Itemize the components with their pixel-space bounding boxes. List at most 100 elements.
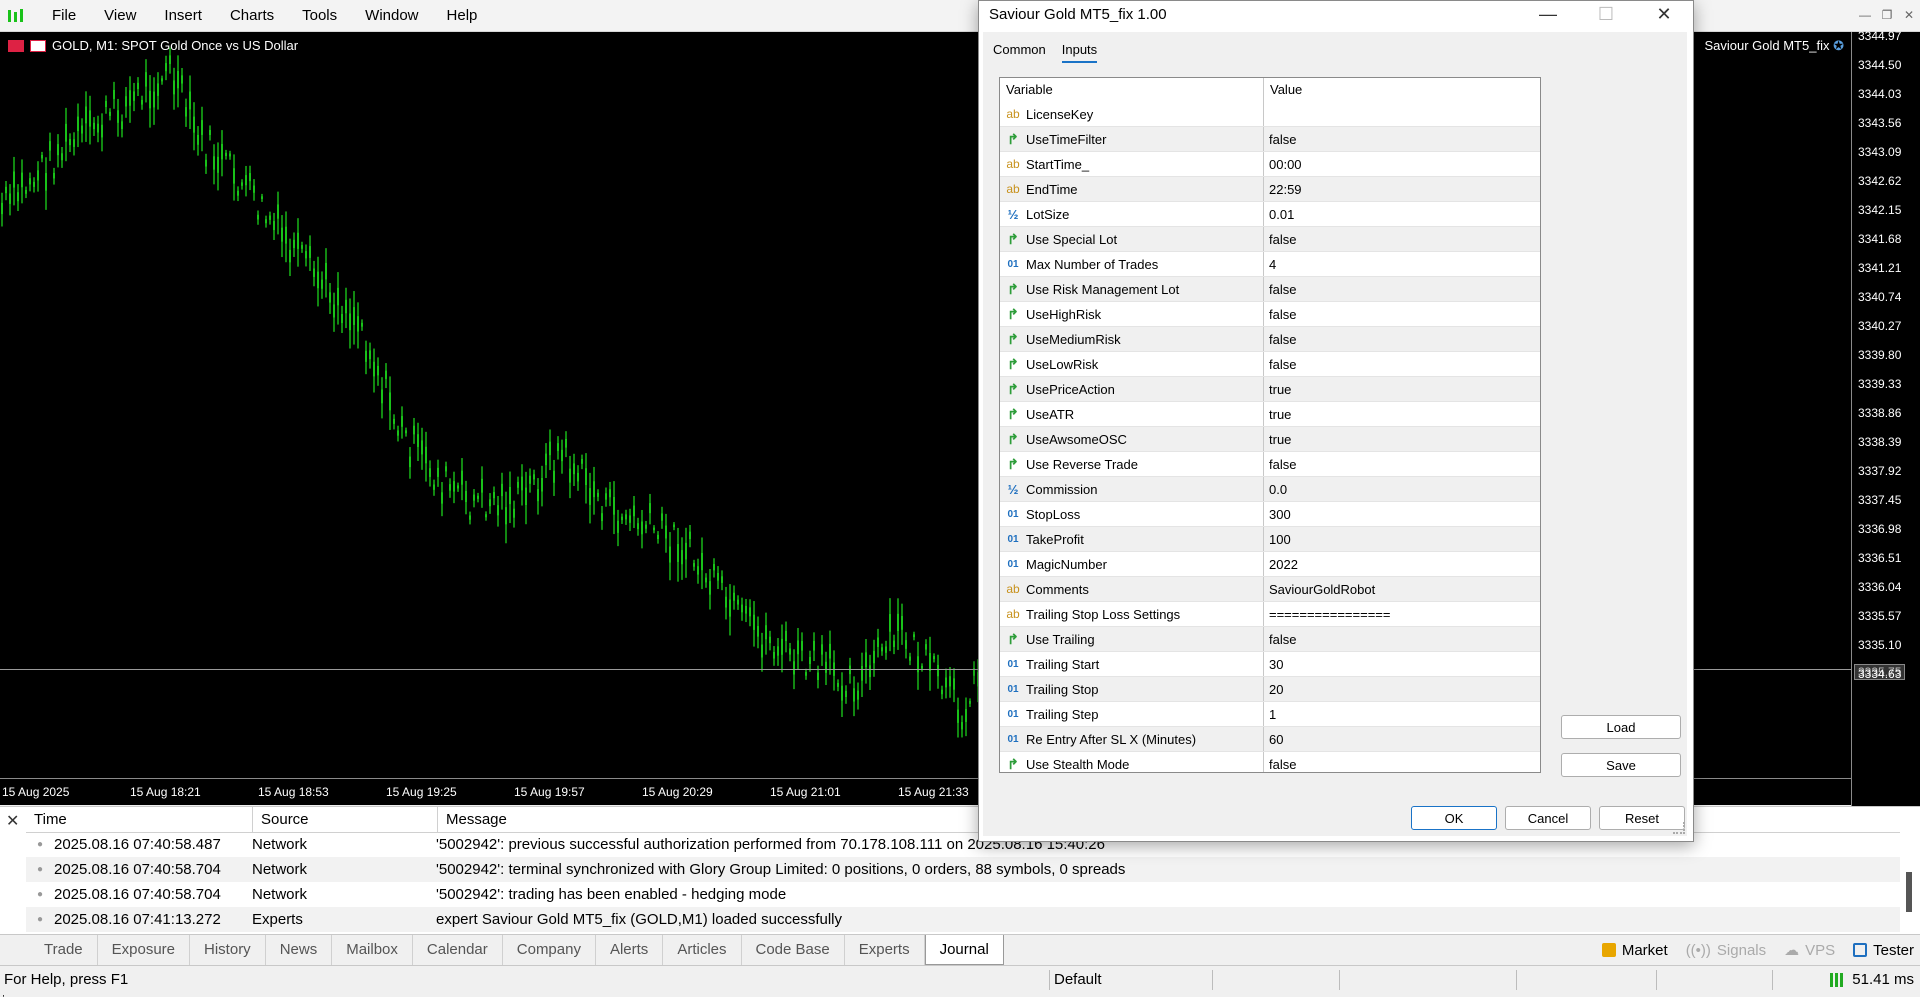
col-source[interactable]: Source (253, 807, 438, 832)
param-value[interactable]: 60 (1264, 727, 1283, 751)
journal-row[interactable]: ● 2025.08.16 07:40:58.704 Network '5002942'… (26, 882, 1900, 907)
param-row[interactable]: ↱ Use Stealth Mode false (1000, 752, 1540, 772)
param-value[interactable]: 4 (1264, 252, 1276, 276)
profile-name[interactable]: Default (1054, 971, 1102, 988)
ok-button[interactable]: OK (1411, 806, 1497, 830)
tab-mailbox[interactable]: Mailbox (332, 935, 413, 965)
param-value[interactable]: false (1264, 302, 1296, 326)
param-value[interactable]: false (1264, 452, 1296, 476)
param-row[interactable]: ↱ UseMediumRisk false (1000, 327, 1540, 352)
col-variable[interactable]: Variable (1000, 78, 1264, 102)
resize-grip-icon[interactable] (1673, 822, 1685, 834)
param-row[interactable]: ↱ Use Trailing false (1000, 627, 1540, 652)
chart-list-icon[interactable] (8, 39, 24, 52)
param-value[interactable]: 300 (1264, 502, 1291, 526)
param-row[interactable]: ↱ UseATR true (1000, 402, 1540, 427)
save-button[interactable]: Save (1561, 753, 1681, 777)
param-row[interactable]: ↱ Use Reverse Trade false (1000, 452, 1540, 477)
param-row[interactable]: ↱ Use Risk Management Lot false (1000, 277, 1540, 302)
param-value[interactable]: true (1264, 402, 1291, 426)
connection-status[interactable]: 51.41 ms (1830, 971, 1914, 988)
param-value[interactable]: 30 (1264, 652, 1283, 676)
param-row[interactable]: 01 Max Number of Trades 4 (1000, 252, 1540, 277)
tab-calendar[interactable]: Calendar (413, 935, 503, 965)
param-value[interactable]: ================ (1264, 602, 1390, 626)
param-value[interactable]: false (1264, 227, 1296, 251)
param-value[interactable]: false (1264, 752, 1296, 772)
tab-journal[interactable]: Journal (924, 935, 1004, 965)
param-row[interactable]: 01 Trailing Step 1 (1000, 702, 1540, 727)
param-value[interactable] (1264, 102, 1269, 126)
param-value[interactable]: true (1264, 427, 1291, 451)
restore-icon[interactable]: ❐ (1876, 0, 1898, 31)
param-row[interactable]: ab StartTime_ 00:00 (1000, 152, 1540, 177)
param-row[interactable]: ab LicenseKey (1000, 102, 1540, 127)
col-value[interactable]: Value (1264, 78, 1302, 102)
menu-insert[interactable]: Insert (150, 0, 216, 31)
param-value[interactable]: false (1264, 127, 1296, 151)
tab-inputs[interactable]: Inputs (1061, 42, 1098, 63)
param-row[interactable]: ↱ Use Special Lot false (1000, 227, 1540, 252)
journal-row[interactable]: ● 2025.08.16 07:40:58.704 Network '5002942'… (26, 857, 1900, 882)
minimize-icon[interactable]: — (1854, 0, 1876, 31)
param-row[interactable]: ½ Commission 0.0 (1000, 477, 1540, 502)
param-row[interactable]: 01 MagicNumber 2022 (1000, 552, 1540, 577)
load-button[interactable]: Load (1561, 715, 1681, 739)
param-row[interactable]: ↱ UseLowRisk false (1000, 352, 1540, 377)
tab-common[interactable]: Common (993, 42, 1046, 63)
param-value[interactable]: 0.01 (1264, 202, 1294, 226)
tab-trade[interactable]: Trade (30, 935, 98, 965)
price-axis[interactable]: 3335.75 3344.97 3344.50 3344.03 3343.56 3343… (1851, 29, 1920, 810)
param-row[interactable]: 01 Trailing Start 30 (1000, 652, 1540, 677)
param-value[interactable]: 0.0 (1264, 477, 1287, 501)
param-value[interactable]: false (1264, 352, 1296, 376)
param-row[interactable]: ab EndTime 22:59 (1000, 177, 1540, 202)
cancel-button[interactable]: Cancel (1505, 806, 1591, 830)
tab-articles[interactable]: Articles (663, 935, 742, 965)
dialog-titlebar[interactable]: Saviour Gold MT5_fix 1.00 — ☐ ✕ (979, 1, 1693, 32)
param-value[interactable]: 00:00 (1264, 152, 1302, 176)
param-row[interactable]: ½ LotSize 0.01 (1000, 202, 1540, 227)
tab-alerts[interactable]: Alerts (596, 935, 664, 965)
chart-window-icon[interactable] (30, 39, 46, 52)
tab-experts[interactable]: Experts (845, 935, 925, 965)
param-row[interactable]: ↱ UsePriceAction true (1000, 377, 1540, 402)
signals-tab[interactable]: ((•)) Signals (1686, 942, 1766, 959)
tester-tab[interactable]: Tester (1853, 942, 1914, 959)
tab-company[interactable]: Company (503, 935, 596, 965)
param-row[interactable]: 01 Trailing Stop 20 (1000, 677, 1540, 702)
expert-advisor-label[interactable]: Saviour Gold MT5_fix ✪ (1704, 38, 1844, 54)
menu-view[interactable]: View (90, 0, 150, 31)
param-value[interactable]: false (1264, 627, 1296, 651)
param-row[interactable]: 01 StopLoss 300 (1000, 502, 1540, 527)
param-row[interactable]: ab Comments SaviourGoldRobot (1000, 577, 1540, 602)
tab-exposure[interactable]: Exposure (98, 935, 191, 965)
journal-row[interactable]: ● 2025.08.16 07:41:13.272 Experts expert Sa… (26, 907, 1900, 932)
vps-tab[interactable]: ☁ VPS (1784, 941, 1835, 960)
col-time[interactable]: Time (26, 807, 253, 832)
param-value[interactable]: 2022 (1264, 552, 1298, 576)
param-row[interactable]: ↱ UseHighRisk false (1000, 302, 1540, 327)
menu-help[interactable]: Help (433, 0, 492, 31)
menu-window[interactable]: Window (351, 0, 432, 31)
close-icon[interactable]: ✕ (1898, 0, 1920, 31)
menu-tools[interactable]: Tools (288, 0, 351, 31)
param-value[interactable]: false (1264, 277, 1296, 301)
dialog-close-icon[interactable]: ✕ (1635, 1, 1693, 32)
close-panel-icon[interactable]: ✕ (6, 811, 19, 831)
menu-file[interactable]: File (38, 0, 90, 31)
param-value[interactable]: 1 (1264, 702, 1276, 726)
param-row[interactable]: 01 TakeProfit 100 (1000, 527, 1540, 552)
menu-charts[interactable]: Charts (216, 0, 288, 31)
param-value[interactable]: SaviourGoldRobot (1264, 577, 1375, 601)
param-value[interactable]: 100 (1264, 527, 1291, 551)
param-row[interactable]: 01 Re Entry After SL X (Minutes) 60 (1000, 727, 1540, 752)
tab-history[interactable]: History (190, 935, 266, 965)
param-row[interactable]: ↱ UseTimeFilter false (1000, 127, 1540, 152)
journal-scrollbar[interactable] (1906, 872, 1912, 912)
param-row[interactable]: ↱ UseAwsomeOSC true (1000, 427, 1540, 452)
param-value[interactable]: true (1264, 377, 1291, 401)
param-row[interactable]: ab Trailing Stop Loss Settings ===========… (1000, 602, 1540, 627)
market-tab[interactable]: Market (1601, 942, 1668, 959)
param-value[interactable]: 20 (1264, 677, 1283, 701)
